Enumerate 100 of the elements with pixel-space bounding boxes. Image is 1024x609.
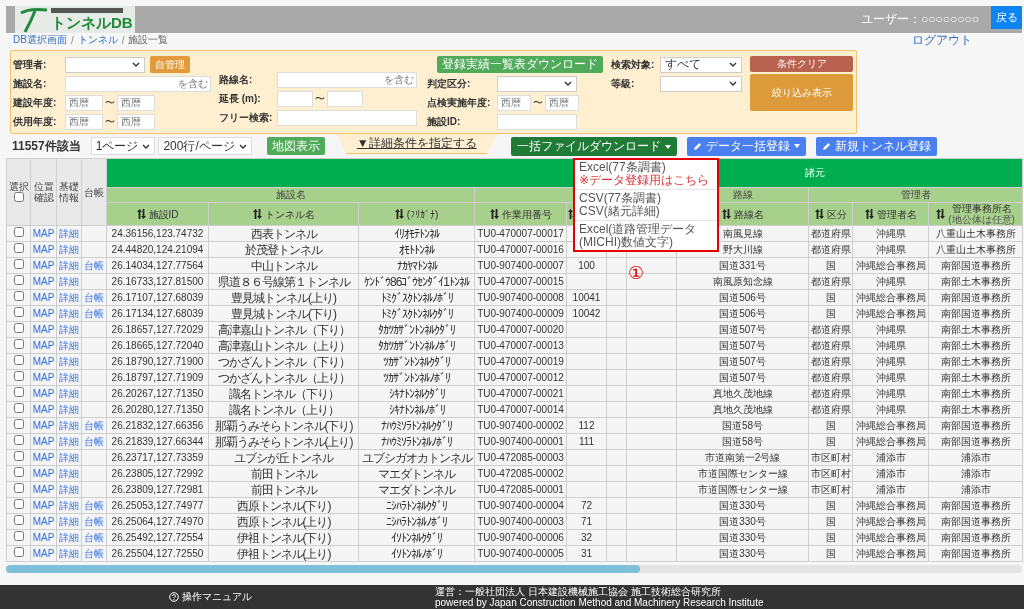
chevron-icon [132,62,140,67]
breadcrumb-separator: / [121,34,125,46]
chevron-icon [238,143,247,149]
search-target-select[interactable]: すべて [660,56,742,73]
clear-button[interactable]: 条件クリア [750,56,853,72]
sort-icon[interactable] [394,209,404,219]
sort-icon[interactable] [936,209,946,219]
rows-per-page-select[interactable]: 200行/ページ [158,137,252,155]
row-checkbox[interactable] [13,322,24,333]
column-header: 位置確認 [32,181,55,203]
length-to-field[interactable] [327,91,363,107]
map-button[interactable]: 地図表示 [266,137,325,155]
row-checkbox[interactable] [13,514,24,525]
manual-link[interactable]: 操作マニュアル [168,590,252,604]
user-name: ユーザー：○○○○○○○○ [861,11,979,28]
breadcrumb-link[interactable]: DB選択画面 [13,33,67,47]
operator-text: 運営：一般社団法人 日本建設機械施工協会 施工技術総合研究所 [435,586,722,597]
range-separator: 〜 [315,92,325,106]
logout-link[interactable]: ログアウト [912,31,972,49]
row-checkbox[interactable] [13,450,24,461]
field-label: 延長 (m): [219,92,262,106]
row-checkbox[interactable] [13,402,24,413]
column-header: 路線名 [733,208,764,220]
bulk-download-button[interactable]: 一括ファイルダウンロード [510,137,677,156]
result-count: 11557件該当 [12,137,81,155]
field-label: 検索対象: [611,57,656,72]
column-header: 区分 [826,208,847,220]
range-separator: 〜 [105,95,115,110]
breadcrumb-link[interactable]: トンネル [77,33,118,47]
detail-conditions-link[interactable]: ▼詳細条件を指定する [356,135,477,152]
bulk-register-button[interactable]: データ一括登録 [686,136,806,156]
row-checkbox[interactable] [13,338,24,349]
field-label: 路線名: [219,73,254,87]
select-all-checkbox[interactable] [13,191,24,202]
year-to-field[interactable]: 西暦 [117,94,155,111]
new-tunnel-button[interactable]: 新規トンネル登録 [815,136,937,156]
free-search-field[interactable] [277,110,417,126]
row-checkbox[interactable] [13,530,24,541]
row-checkbox[interactable] [13,242,24,253]
chevron-icon [142,143,151,149]
pencil-icon [821,141,831,151]
sort-icon[interactable] [721,209,731,219]
facility-name-field[interactable]: を含む [65,75,211,92]
logo-mark-icon [19,6,49,33]
row-checkbox[interactable] [13,466,24,477]
row-checkbox[interactable] [13,290,24,301]
filter-button[interactable]: 絞り込み表示 [750,74,853,111]
powered-by-text: powered by Japan Construction Method and Machinery Research Institute [435,597,764,608]
column-header: 選択 [8,180,29,192]
row-checkbox[interactable] [13,546,24,557]
route-name-field[interactable]: を含む [277,72,417,88]
row-checkbox[interactable] [13,386,24,397]
column-header: 基礎情報 [58,181,80,203]
page-select[interactable]: 1ページ [90,137,156,155]
column-header: トンネル名 [264,208,315,220]
back-button[interactable]: 戻る [991,6,1022,29]
field-label: 点検実施年度: [427,95,492,110]
row-checkbox[interactable] [13,418,24,429]
caret-icon [793,144,800,148]
download-record-button[interactable]: 登録実績一覧表ダウンロード [437,56,603,73]
row-checkbox[interactable] [13,258,24,269]
menu-item[interactable]: CSV(緒元詳細) [575,205,717,218]
year-from-field[interactable]: 西暦 [497,94,531,111]
sort-icon[interactable] [489,209,499,219]
sort-icon[interactable] [864,209,874,219]
row-checkbox[interactable] [13,434,24,445]
length-from-field[interactable] [277,91,313,107]
sort-icon[interactable] [252,209,262,219]
row-checkbox[interactable] [13,370,24,381]
column-note: (地公体は任意) [948,214,1015,225]
column-header: 管理事務所名 [951,203,1012,214]
year-from-field[interactable]: 西暦 [65,113,103,130]
column-header: 施設ID [148,208,179,220]
field-label: 施設ID: [427,114,462,129]
caret-icon [664,144,671,149]
row-checkbox[interactable] [13,306,24,317]
own-manager-button[interactable]: 自管理 [150,56,190,73]
row-checkbox[interactable] [13,274,24,285]
sort-icon[interactable] [814,209,824,219]
row-checkbox[interactable] [13,226,24,237]
field-label: フリー検索: [219,111,274,125]
year-to-field[interactable]: 西暦 [117,113,155,130]
year-to-field[interactable]: 西暦 [545,94,579,111]
field-label: 判定区分: [427,76,472,91]
row-checkbox[interactable] [13,354,24,365]
breadcrumb-separator: / [70,34,74,46]
column-header: 管理者名 [876,208,917,220]
facility-id-field[interactable] [497,113,577,130]
year-from-field[interactable]: 西暦 [65,94,103,111]
scrollbar-thumb[interactable] [6,565,640,573]
column-header: (ﾌﾘｶﾞﾅ) [406,208,439,220]
breadcrumb-current: 施設一覧 [128,33,169,47]
help-icon [168,592,179,602]
row-checkbox[interactable] [13,498,24,509]
field-label: 施設名: [13,76,48,91]
annotation-marker: ① [628,262,645,284]
row-checkbox[interactable] [13,482,24,493]
range-separator: 〜 [533,95,543,110]
sort-icon[interactable] [136,209,146,219]
pencil-icon [692,141,702,151]
